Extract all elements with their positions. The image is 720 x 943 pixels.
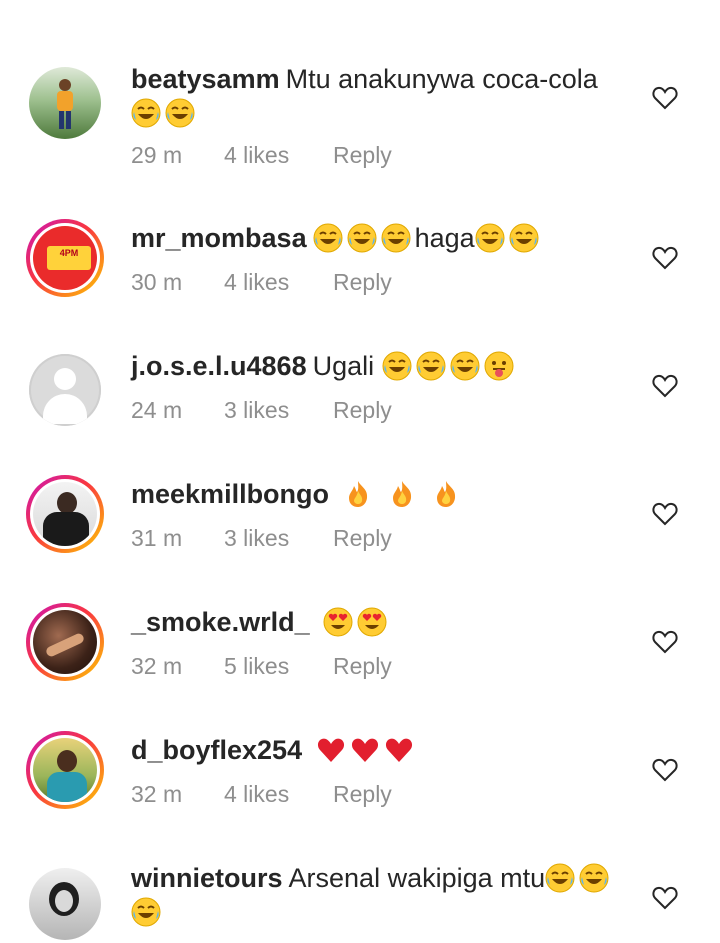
comment-time: 32 m [131,781,183,807]
like-count[interactable]: 5 likes [224,653,333,680]
reply-button[interactable]: Reply [333,525,392,552]
like-count[interactable]: 3 likes [224,397,333,424]
joy-emoji-icon [131,897,165,927]
heart-eyes-emoji-icon [323,607,391,637]
tongue-emoji-icon [484,351,518,381]
like-heart-icon[interactable] [652,246,678,270]
username[interactable]: mr_mombasa [131,223,307,253]
comment-time: 24 m [131,397,183,423]
comment-time: 31 m [131,525,183,551]
avatar[interactable] [26,475,104,553]
avatar[interactable] [26,64,104,142]
reply-button[interactable]: Reply [333,397,392,424]
comment-text: Ugali [312,351,375,381]
like-heart-icon[interactable] [652,86,678,110]
avatar-label: 4PM [59,248,79,258]
reply-button[interactable]: Reply [333,269,392,296]
like-count[interactable]: 4 likes [224,781,333,808]
joy-emoji-icon [382,351,484,381]
joy-emoji-icon [545,863,613,893]
avatar[interactable] [26,731,104,809]
like-heart-icon[interactable] [652,502,678,526]
red-heart-emoji-icon [316,735,418,765]
like-heart-icon[interactable] [652,886,678,910]
comment-time: 30 m [131,269,183,295]
avatar[interactable] [26,865,104,943]
username[interactable]: winnietours [131,863,283,893]
joy-emoji-icon [475,223,543,253]
comment-time: 29 m [131,142,183,168]
like-heart-icon[interactable] [652,374,678,398]
fire-emoji-icon [343,479,465,509]
reply-button[interactable]: Reply [333,653,392,680]
joy-emoji-icon [313,223,415,253]
reply-button[interactable]: Reply [333,781,392,808]
username[interactable]: j.o.s.e.l.u4868 [131,351,307,381]
like-count[interactable]: 3 likes [224,525,333,552]
avatar[interactable]: 4PM [26,219,104,297]
comment-text: haga [414,223,475,253]
username[interactable]: d_boyflex254 [131,735,302,765]
like-count[interactable]: 4 likes [224,269,333,296]
like-heart-icon[interactable] [652,630,678,654]
avatar[interactable] [26,603,104,681]
username[interactable]: beatysamm [131,64,280,94]
comment-time: 32 m [131,653,183,679]
comment-text: Mtu anakunywa coca-cola [285,64,598,94]
like-count[interactable]: 4 likes [224,142,333,169]
username[interactable]: meekmillbongo [131,479,329,509]
joy-emoji-icon [131,98,199,128]
comment-text: Arsenal wakipiga mtu [288,863,546,893]
reply-button[interactable]: Reply [333,142,392,169]
username[interactable]: _smoke.wrld_ [131,607,310,637]
like-heart-icon[interactable] [652,758,678,782]
avatar[interactable] [26,351,104,429]
